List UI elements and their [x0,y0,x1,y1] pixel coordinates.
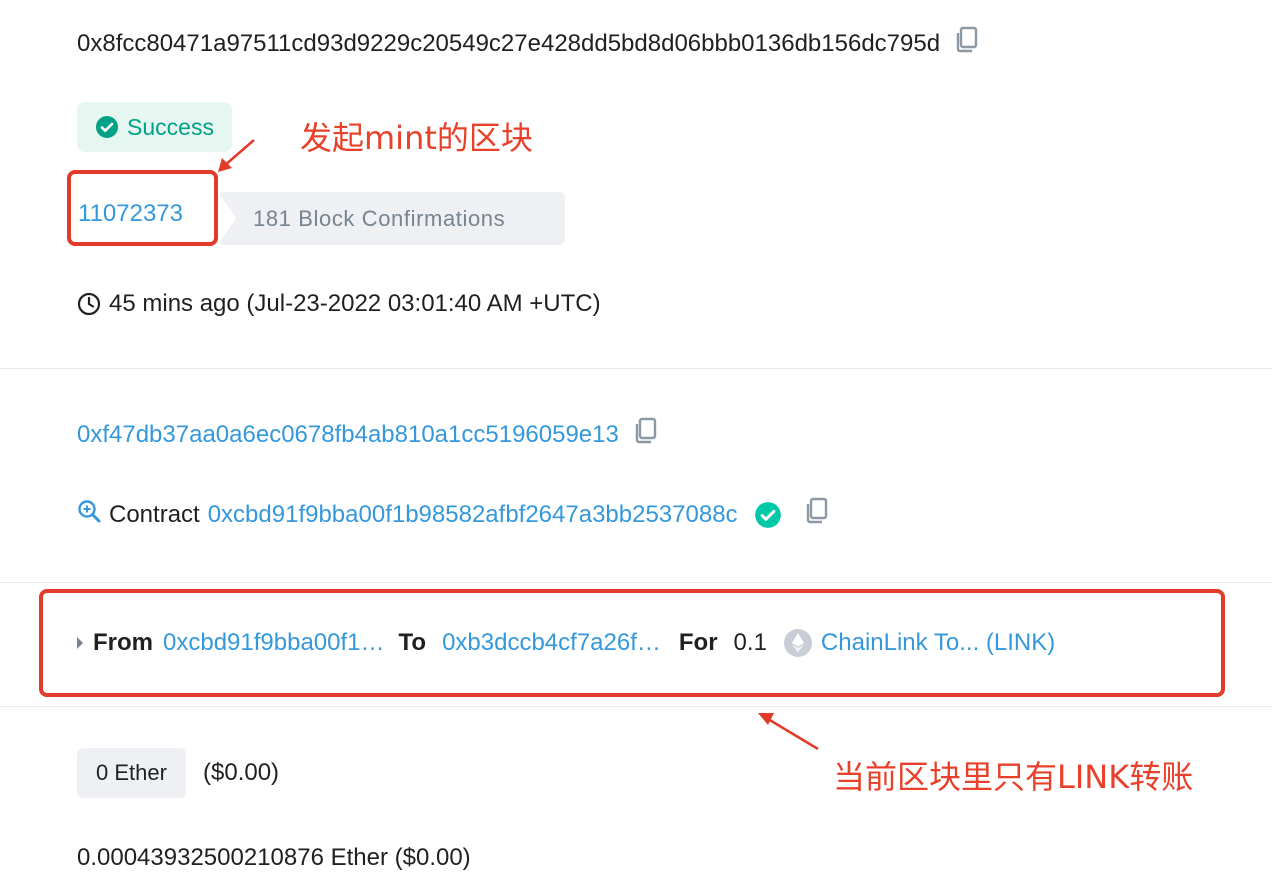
divider [0,368,1272,369]
divider [0,706,1272,707]
annotation-arrow-icon [218,139,255,172]
contract-address-link[interactable]: 0xcbd91f9bba00f1b98582afbf2647a3bb253708… [208,501,738,529]
contract-search-icon[interactable] [77,499,101,530]
block-confirmations: 181 Block Confirmations [218,192,565,245]
verified-check-icon [754,501,782,529]
annotation-highlight-block [67,170,218,246]
timestamp-row: 45 mins ago (Jul-23-2022 03:01:40 AM +UT… [77,290,601,318]
copy-icon[interactable] [804,497,830,532]
copy-icon[interactable] [633,417,659,452]
value-badge: 0 Ether [77,748,186,798]
to-row: Contract 0xcbd91f9bba00f1b98582afbf2647a… [77,497,830,532]
annotation-highlight-transfer [39,589,1225,697]
status-badge: Success [77,102,232,152]
copy-icon[interactable] [954,26,980,61]
annotation-arrow-icon [758,713,819,751]
annotation-block-note: 发起mint的区块 [300,119,533,157]
contract-label: Contract [109,500,200,528]
divider [0,582,1272,583]
clock-icon [77,292,101,316]
annotation-transfer-note: 当前区块里只有LINK转账 [833,758,1194,796]
tx-hash-row: 0x8fcc80471a97511cd93d9229c20549c27e428d… [77,26,980,61]
from-row: 0xf47db37aa0a6ec0678fb4ab810a1cc5196059e… [77,417,659,452]
status-text: Success [127,113,214,140]
transaction-fee: 0.00043932500210876 Ether ($0.00) [77,844,471,871]
check-circle-icon [95,115,119,139]
tx-hash: 0x8fcc80471a97511cd93d9229c20549c27e428d… [77,29,941,57]
from-address-link[interactable]: 0xf47db37aa0a6ec0678fb4ab810a1cc5196059e… [77,421,619,449]
confirmation-arrow [218,192,236,245]
value-row: 0 Ether ($0.00) [77,748,279,798]
value-usd: ($0.00) [203,759,280,786]
timestamp-text: 45 mins ago (Jul-23-2022 03:01:40 AM +UT… [109,290,601,317]
